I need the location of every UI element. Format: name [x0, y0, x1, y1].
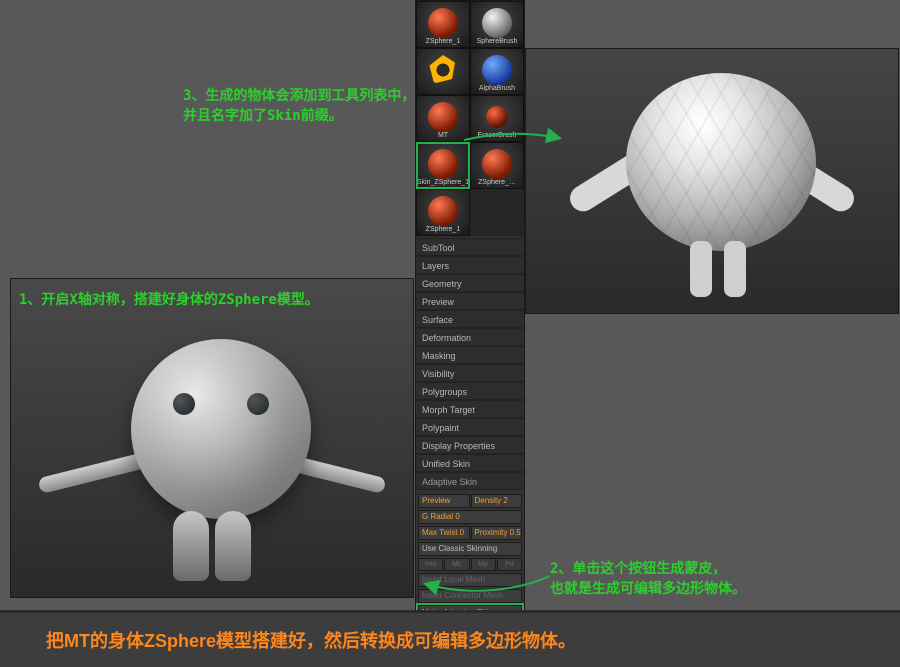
- section-visibility[interactable]: Visibility: [416, 364, 524, 382]
- annotation-2-line1: 2、单击这个按钮生成蒙皮，: [550, 559, 870, 579]
- section-deformation[interactable]: Deformation: [416, 328, 524, 346]
- bottom-caption: 把MT的身体ZSphere模型搭建好，然后转换成可编辑多边形物体。: [46, 627, 576, 653]
- thumb-label: MT: [438, 132, 448, 139]
- section-polygroups[interactable]: Polygroups: [416, 382, 524, 400]
- section-morphtarget[interactable]: Morph Target: [416, 400, 524, 418]
- section-preview[interactable]: Preview: [416, 292, 524, 310]
- annotation-3: 3、生成的物体会添加到工具列表中， 并且名字加了Skin前缀。: [183, 86, 443, 127]
- poly-leg-left: [690, 241, 712, 297]
- viewport-left: 1、开启X轴对称，搭建好身体的ZSphere模型。: [10, 278, 414, 598]
- section-layers[interactable]: Layers: [416, 256, 524, 274]
- askin-gradial[interactable]: G Radial 0: [418, 510, 522, 524]
- arrow-annot3: [459, 122, 569, 167]
- thumb-label: ZSphere_…: [478, 179, 516, 186]
- thumb-label: ZSphere_1: [426, 38, 461, 45]
- annotation-3-line1: 3、生成的物体会添加到工具列表中，: [183, 86, 443, 106]
- section-geometry[interactable]: Geometry: [416, 274, 524, 292]
- viewport-right: [525, 48, 899, 314]
- thumb-label: Skin_ZSphere_1: [417, 179, 469, 186]
- thumb-label: ZSphere_1: [426, 226, 461, 233]
- thumb-alphabrush[interactable]: AlphaBrush: [470, 48, 524, 95]
- arrow-annot2: [400, 554, 560, 609]
- section-masking[interactable]: Masking: [416, 346, 524, 364]
- section-displayprops[interactable]: Display Properties: [416, 436, 524, 454]
- model-leg-left: [173, 511, 209, 581]
- section-polypaint[interactable]: Polypaint: [416, 418, 524, 436]
- annotation-3-line2: 并且名字加了Skin前缀。: [183, 106, 443, 126]
- model-body: [131, 339, 311, 519]
- poly-body: [626, 73, 816, 251]
- annotation-1: 1、开启X轴对称，搭建好身体的ZSphere模型。: [19, 289, 405, 309]
- bottom-caption-bar: 把MT的身体ZSphere模型搭建好，然后转换成可编辑多边形物体。: [0, 610, 900, 667]
- annotation-2: 2、单击这个按钮生成蒙皮， 也就是生成可编辑多边形物体。: [550, 559, 870, 600]
- thumb-spherebrush[interactable]: SphereBrush: [470, 1, 524, 48]
- section-surface[interactable]: Surface: [416, 310, 524, 328]
- annotation-2-line2: 也就是生成可编辑多边形物体。: [550, 579, 870, 599]
- section-subtool[interactable]: SubTool: [416, 238, 524, 256]
- askin-maxtwist[interactable]: Max Twist 0: [418, 526, 470, 540]
- thumb-zsphere-1b[interactable]: ZSphere_1: [416, 189, 470, 236]
- model-leg-right: [215, 511, 251, 581]
- askin-density[interactable]: Density 2: [471, 494, 523, 508]
- thumb-label: AlphaBrush: [479, 85, 515, 92]
- section-adaptiveskin[interactable]: Adaptive Skin: [416, 472, 524, 490]
- section-unifiedskin[interactable]: Unified Skin: [416, 454, 524, 472]
- thumb-label: SphereBrush: [477, 38, 518, 45]
- thumb-zsphere-1[interactable]: ZSphere_1: [416, 1, 470, 48]
- poly-leg-right: [724, 241, 746, 297]
- askin-preview[interactable]: Preview: [418, 494, 470, 508]
- askin-proximity[interactable]: Proximity 0.5: [471, 526, 523, 540]
